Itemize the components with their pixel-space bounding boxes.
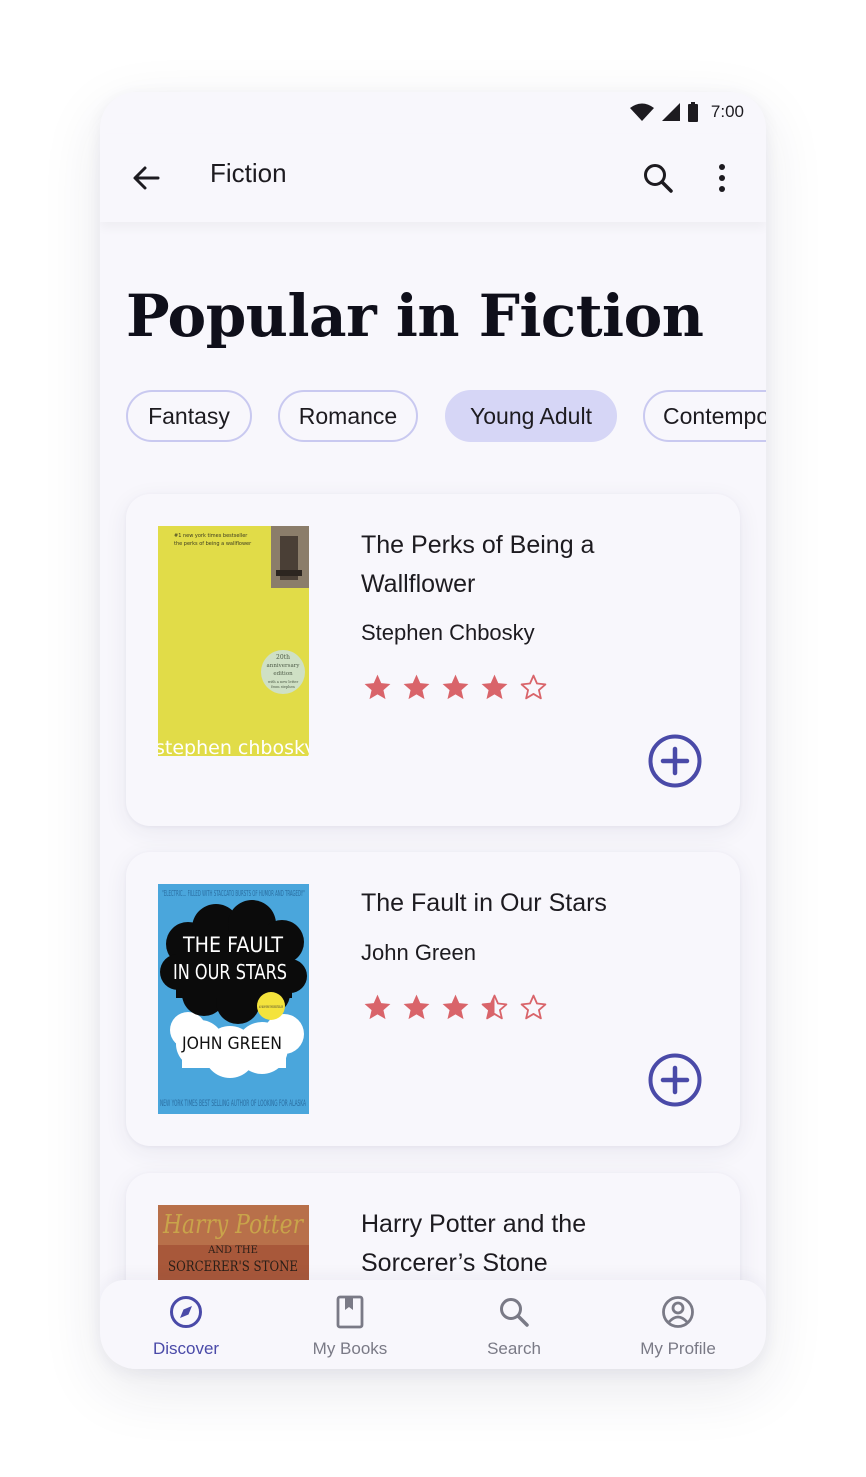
star-filled-icon [442,994,469,1020]
star-filled-icon [364,674,391,700]
book-title: The Perks of Being a Wallflower [361,531,595,598]
svg-text:#1 new york times bestseller: #1 new york times bestseller [174,533,248,539]
chip-romance[interactable]: Romance [278,390,418,442]
star-filled-icon [403,674,430,700]
svg-text:the perks of being a wallflowe: the perks of being a wallflower [174,541,252,547]
top-app-bar: Fiction [100,134,766,222]
status-time: 7:00 [710,102,744,121]
star-outline-icon [520,674,547,700]
book-card[interactable]: #1 new york times bestseller the perks o… [126,494,740,826]
star-filled-icon [403,994,430,1020]
svg-text:stephen chbosky: stephen chbosky [158,737,309,756]
page-heading: Popular in Fiction [126,282,704,350]
book-card[interactable]: "ELECTRIC... FILLED WITH STACCATO BURSTS… [126,852,740,1146]
star-outline-icon [520,994,547,1020]
svg-text:#1 NEW YORK TIMES BESTSELLER: #1 NEW YORK TIMES BESTSELLER [259,1005,283,1009]
more-vert-icon[interactable] [704,160,740,196]
nav-item-my-profile[interactable]: My Profile [598,1294,758,1359]
fault-in-our-stars-cover-art: "ELECTRIC... FILLED WITH STACCATO BURSTS… [158,884,309,1114]
wifi-icon [629,103,654,121]
bottom-navigation-bar: Discover My Books Search My Profile [100,1280,766,1369]
back-arrow-icon[interactable] [128,160,164,196]
search-icon [500,1298,529,1327]
svg-text:SORCERER'S STONE: SORCERER'S STONE [168,1259,298,1275]
search-icon[interactable] [640,160,676,196]
nav-label: My Profile [640,1339,716,1358]
svg-text:AND THE: AND THE [207,1245,258,1256]
battery-icon [687,102,698,122]
add-to-library-button[interactable] [646,1051,704,1109]
bookmark-book-icon [336,1295,364,1329]
star-filled-icon [364,994,391,1020]
nav-label: My Books [312,1339,388,1358]
chip-fantasy[interactable]: Fantasy [126,390,252,442]
svg-text:NEW YORK TIMES BEST SELLING AU: NEW YORK TIMES BEST SELLING AUTHOR OF LO… [160,1099,306,1109]
star-half-icon [481,994,508,1020]
svg-text:edition: edition [273,671,293,677]
nav-label: Search [487,1339,541,1358]
star-filled-icon [481,674,508,700]
phone-frame: 7:00 Fiction Popular in Fiction Fantasy … [100,92,766,1369]
star-filled-icon [442,674,469,700]
book-author: Stephen Chbosky [361,620,535,645]
nav-label: Discover [152,1339,220,1358]
svg-text:20th: 20th [276,654,290,661]
svg-text:Harry Potter: Harry Potter [162,1210,304,1240]
status-bar: 7:00 [100,92,766,134]
genre-chip-row: Fantasy Romance Young Adult Contempo [126,390,766,442]
book-title: Harry Potter and the Sorcerer’s Stone [361,1210,587,1277]
svg-text:IN OUR STARS: IN OUR STARS [173,960,287,984]
nav-item-discover[interactable]: Discover [106,1294,266,1359]
perks-cover-art: #1 new york times bestseller the perks o… [158,526,309,756]
nav-item-my-books[interactable]: My Books [270,1294,430,1359]
book-title: The Fault in Our Stars [361,889,607,917]
book-cover: #1 new york times bestseller the perks o… [158,526,309,756]
svg-text:"ELECTRIC... FILLED WITH STACC: "ELECTRIC... FILLED WITH STACCATO BURSTS… [162,889,305,898]
svg-text:with a new letter: with a new letter [268,680,299,684]
star-rating [362,672,549,703]
profile-icon [662,1296,694,1328]
svg-text:anniversary: anniversary [267,663,301,669]
signal-icon [661,103,680,121]
nav-item-search[interactable]: Search [434,1294,594,1359]
svg-text:THE FAULT: THE FAULT [182,933,283,957]
svg-text:from stephen: from stephen [271,685,295,689]
app-bar-title: Fiction [210,158,287,188]
compass-icon [170,1296,202,1328]
chip-young-adult[interactable]: Young Adult [445,390,617,442]
add-to-library-button[interactable] [646,732,704,790]
svg-text:JOHN GREEN: JOHN GREEN [181,1034,282,1054]
star-rating [362,992,549,1023]
book-author: John Green [361,940,476,965]
book-cover: "ELECTRIC... FILLED WITH STACCATO BURSTS… [158,884,309,1114]
chip-contemporary[interactable]: Contempo [643,390,766,442]
